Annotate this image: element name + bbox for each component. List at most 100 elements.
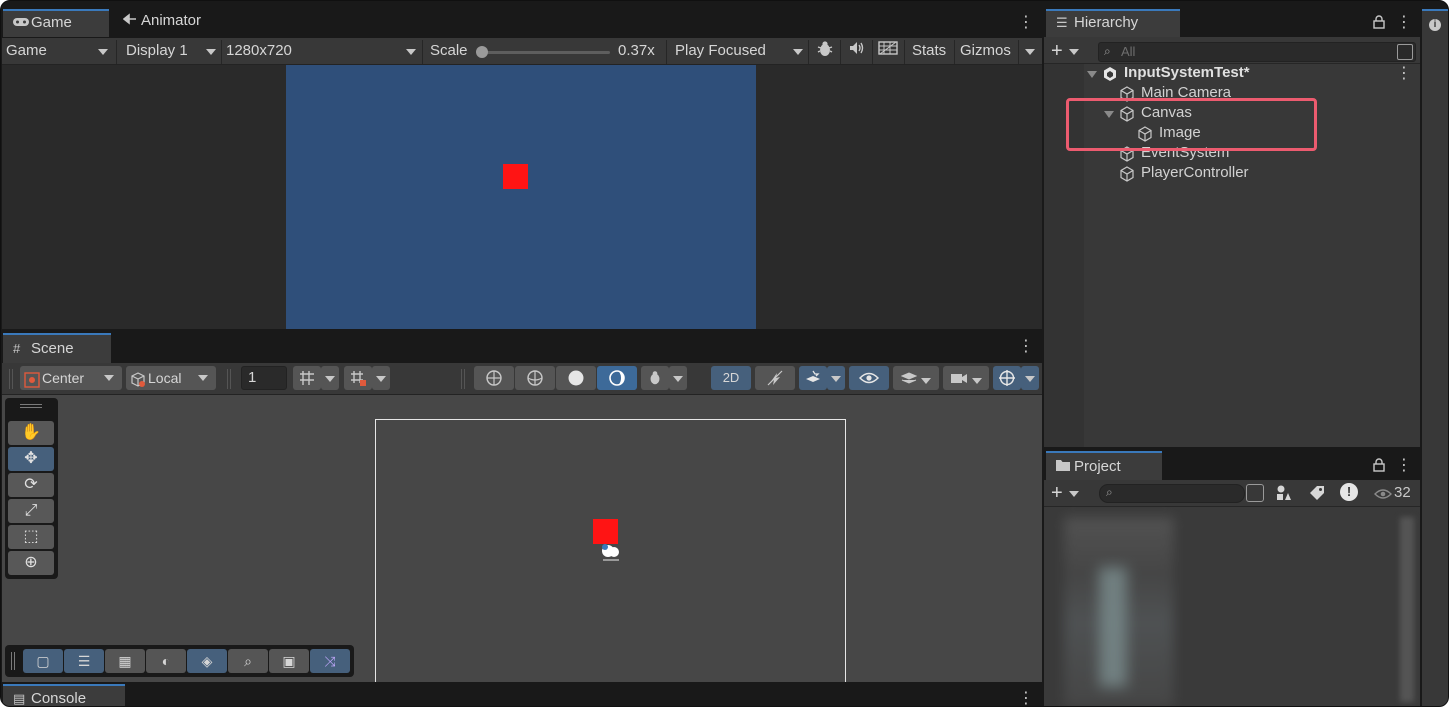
- wireframe-shading-icon[interactable]: [474, 366, 514, 390]
- search-filter-icon[interactable]: [1397, 44, 1413, 60]
- pivot-space-dropdown[interactable]: Local: [126, 366, 216, 390]
- scale-tool-icon[interactable]: ⤢: [8, 499, 54, 523]
- search-icon[interactable]: ⌕: [228, 649, 268, 673]
- grid-visibility-icon[interactable]: [344, 366, 372, 390]
- tab-animator[interactable]: Animator: [113, 9, 223, 37]
- folder-icon: [1056, 453, 1074, 481]
- chevron-down-icon: [673, 376, 683, 383]
- grid-visibility-dropdown[interactable]: [372, 366, 390, 390]
- scene-effects-dropdown[interactable]: [827, 366, 845, 390]
- shaded-wireframe-icon[interactable]: [515, 366, 555, 390]
- search-by-type-icon[interactable]: [1246, 484, 1264, 502]
- gizmos-chevron-down-icon[interactable]: [1025, 49, 1035, 55]
- snap-increment-field[interactable]: 1: [241, 366, 287, 390]
- overlay-drag-handle[interactable]: [20, 404, 42, 408]
- display-dropdown[interactable]: Display 1: [126, 40, 218, 62]
- tab-scene[interactable]: # Scene: [3, 333, 111, 363]
- search-icon: ⌕: [1104, 44, 1111, 58]
- lighting-toggle-icon[interactable]: [755, 366, 795, 390]
- gizmos-button[interactable]: Gizmos: [960, 40, 1011, 62]
- pivot-center-dropdown[interactable]: Center: [20, 366, 122, 390]
- shaded-icon[interactable]: [556, 366, 596, 390]
- tab-hierarchy[interactable]: ☰ Hierarchy: [1046, 9, 1180, 37]
- aspect-grid-icon[interactable]: [876, 40, 900, 62]
- gizmos-sphere-icon[interactable]: [993, 366, 1021, 390]
- game-panel-menu-icon[interactable]: ⋮: [1018, 13, 1034, 33]
- mode-2d-toggle[interactable]: 2D: [711, 366, 751, 390]
- layers-dropdown[interactable]: [893, 366, 939, 390]
- tab-game[interactable]: Game: [3, 9, 109, 37]
- tilemap-icon[interactable]: ◈: [187, 649, 227, 673]
- scene-camera-dropdown[interactable]: [943, 366, 989, 390]
- tab-console-label: Console: [31, 690, 87, 707]
- rect-snap-icon[interactable]: ▢: [23, 649, 63, 673]
- play-mode-dropdown[interactable]: Play Focused: [675, 40, 805, 62]
- debug-dropdown[interactable]: [669, 366, 687, 390]
- scene-panel-menu-icon[interactable]: ⋮: [1018, 337, 1034, 357]
- display-label: Display 1: [126, 42, 188, 59]
- chevron-down-icon: [98, 49, 108, 55]
- shuffle-icon[interactable]: ⤨: [310, 649, 350, 673]
- hand-tool-icon[interactable]: ✋: [8, 421, 54, 445]
- rect-tool-icon[interactable]: ⬚: [8, 525, 54, 549]
- chevron-down-icon: [1068, 48, 1079, 55]
- project-menu-icon[interactable]: ⋮: [1396, 456, 1412, 476]
- rotate-tool-icon[interactable]: ⟳: [8, 473, 54, 497]
- filter-by-type-icon[interactable]: [1275, 484, 1295, 502]
- view-mode-dropdown[interactable]: Game: [6, 40, 112, 62]
- filter-by-label-icon[interactable]: [1308, 484, 1328, 502]
- console-tabstrip: [1, 682, 1041, 706]
- search-icon: ⌕: [1106, 485, 1113, 499]
- scale-slider-thumb[interactable]: [476, 46, 488, 58]
- scene-effects-icon[interactable]: [799, 366, 827, 390]
- transform-tool-icon[interactable]: ⊕: [8, 551, 54, 575]
- hierarchy-item-playercontroller[interactable]: PlayerController: [1084, 164, 1420, 184]
- project-scrollbar-blurred[interactable]: [1400, 517, 1414, 702]
- tab-project[interactable]: Project: [1046, 451, 1162, 481]
- expand-arrow-icon[interactable]: [1087, 71, 1097, 78]
- project-add-button[interactable]: +: [1051, 483, 1087, 503]
- align-icon[interactable]: ☰: [64, 649, 104, 673]
- chevron-down-icon: [793, 49, 803, 55]
- chevron-down-icon: [921, 378, 931, 385]
- tab-hierarchy-label: Hierarchy: [1074, 14, 1139, 31]
- tab-console[interactable]: ▤ Console: [3, 684, 125, 707]
- hierarchy-search-input[interactable]: ⌕ All: [1098, 42, 1416, 62]
- sprite-mask-icon[interactable]: ◐: [146, 649, 186, 673]
- game-viewport[interactable]: [286, 65, 756, 329]
- pivot-label: Center: [42, 370, 85, 386]
- inspector-tab[interactable]: i: [1422, 9, 1448, 706]
- hierarchy-menu-icon[interactable]: ⋮: [1396, 13, 1412, 33]
- game-tabstrip: Game Animator ⋮: [1, 1, 1041, 37]
- scene-row-menu-icon[interactable]: ⋮: [1396, 64, 1412, 84]
- unlit-draw-mode-icon[interactable]: [597, 366, 637, 390]
- divider: [872, 40, 873, 64]
- scale-slider-track[interactable]: [480, 51, 610, 54]
- scene-root-row[interactable]: InputSystemTest* ⋮: [1084, 64, 1420, 84]
- resolution-dropdown[interactable]: 1280x720: [226, 40, 420, 62]
- grid-snap-icon[interactable]: [293, 366, 321, 390]
- hierarchy-add-button[interactable]: +: [1051, 41, 1087, 61]
- scene-toolbar: Center Local 1 2D: [2, 363, 1042, 395]
- hierarchy-lock-icon[interactable]: [1373, 15, 1387, 29]
- project-lock-icon[interactable]: [1373, 458, 1387, 472]
- move-tool-icon[interactable]: ✥: [8, 447, 54, 471]
- tab-scene-label: Scene: [31, 340, 74, 357]
- scale-value: 0.37x: [618, 42, 655, 59]
- hidden-packages-eye-icon[interactable]: [1374, 487, 1394, 499]
- chevron-down-icon: [376, 376, 386, 383]
- project-search-input[interactable]: ⌕: [1099, 484, 1245, 503]
- grid-overlay-icon[interactable]: ▦: [105, 649, 145, 673]
- debug-bug-icon[interactable]: [814, 40, 836, 62]
- camera-preview-icon[interactable]: ▣: [269, 649, 309, 673]
- search-placeholder: All: [1121, 44, 1136, 59]
- console-menu-icon[interactable]: ⋮: [1018, 689, 1034, 706]
- scene-debug-bug-icon[interactable]: [641, 366, 669, 390]
- audio-icon[interactable]: [846, 40, 868, 62]
- scene-visibility-eye-icon[interactable]: [849, 366, 889, 390]
- gizmos-dropdown[interactable]: [1021, 366, 1039, 390]
- tab-project-label: Project: [1074, 458, 1121, 475]
- stats-button[interactable]: Stats: [912, 40, 946, 62]
- grid-snap-dropdown[interactable]: [321, 366, 339, 390]
- warning-icon[interactable]: !: [1340, 483, 1358, 501]
